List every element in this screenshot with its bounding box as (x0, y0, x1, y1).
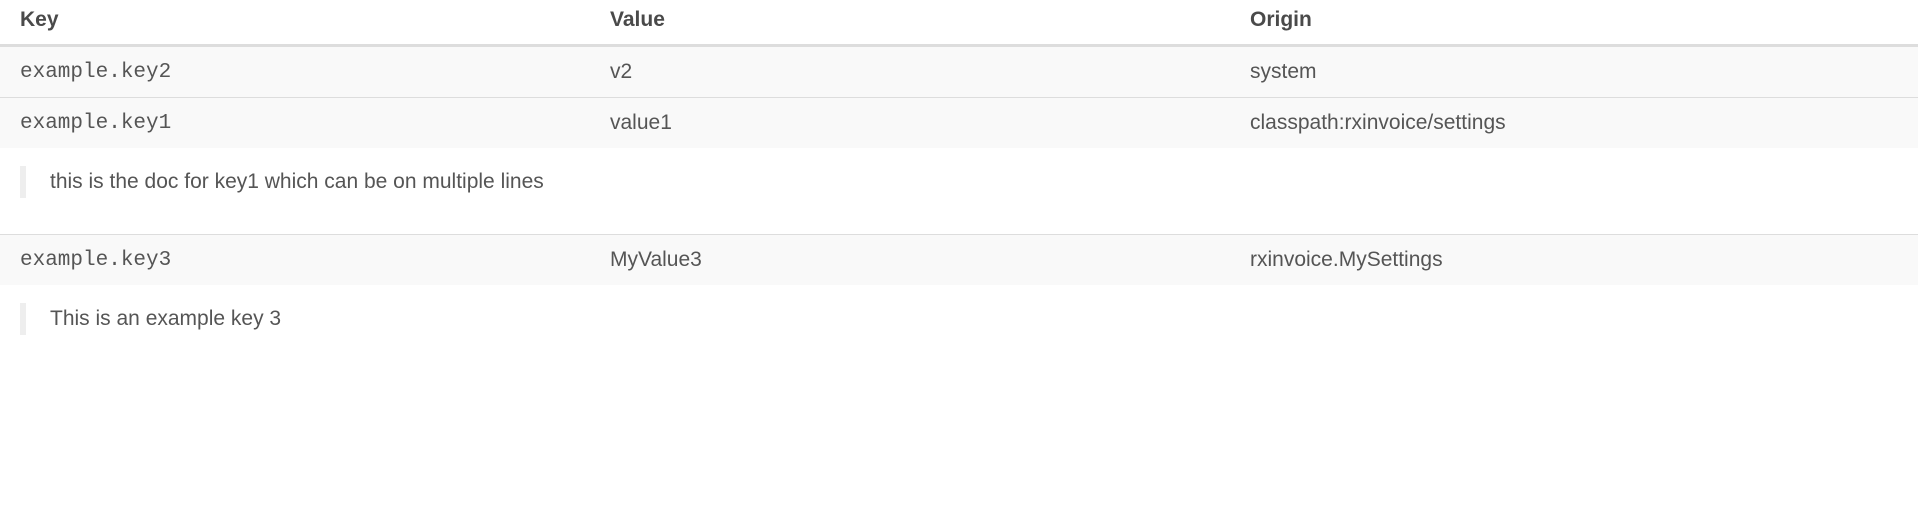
table-header-row: Key Value Origin (0, 0, 1918, 46)
doc-text: this is the doc for key1 which can be on… (20, 166, 1898, 198)
cell-key: example.key1 (0, 112, 590, 135)
header-origin: Origin (1230, 8, 1918, 32)
cell-key: example.key3 (0, 249, 590, 272)
cell-origin: system (1230, 60, 1918, 84)
table-row: example.key2 v2 system (0, 46, 1918, 97)
cell-origin: rxinvoice.MySettings (1230, 248, 1918, 272)
header-key: Key (0, 8, 590, 32)
cell-value: value1 (590, 111, 1230, 135)
doc-text: This is an example key 3 (20, 303, 1898, 335)
table-row: example.key1 value1 classpath:rxinvoice/… (0, 97, 1918, 148)
cell-value: v2 (590, 60, 1230, 84)
header-value: Value (590, 8, 1230, 32)
settings-table: Key Value Origin example.key2 v2 system … (0, 0, 1918, 345)
cell-key: example.key2 (0, 61, 590, 84)
cell-origin: classpath:rxinvoice/settings (1230, 111, 1918, 135)
cell-value: MyValue3 (590, 248, 1230, 272)
doc-block: this is the doc for key1 which can be on… (0, 148, 1918, 234)
table-row: example.key3 MyValue3 rxinvoice.MySettin… (0, 234, 1918, 285)
doc-block: This is an example key 3 (0, 285, 1918, 345)
